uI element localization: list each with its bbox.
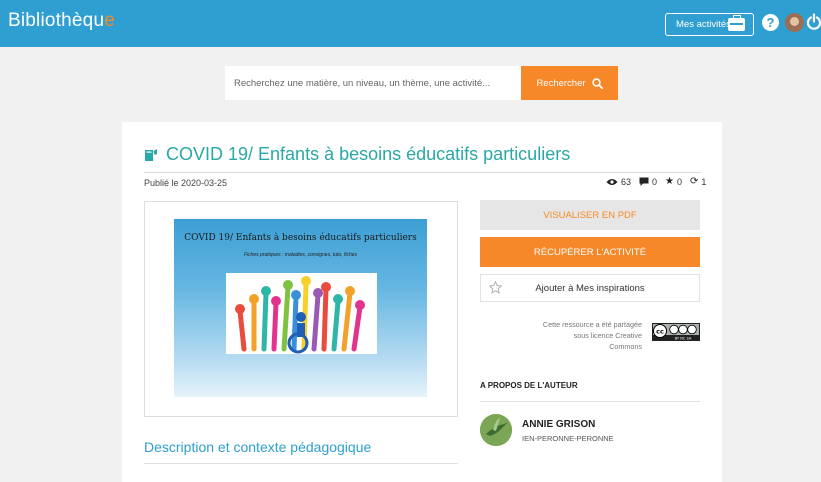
hummingbird-image [480, 414, 512, 446]
get-activity-button[interactable]: RÉCUPÉRER L'ACTIVITÉ [480, 237, 700, 267]
favorites-stat: ★ 0 [665, 176, 682, 187]
brand-logo[interactable]: Bibliothèque [8, 10, 115, 32]
search-button-label: Rechercher [536, 77, 586, 89]
my-activities-label: Mes activités [676, 19, 731, 30]
views-stat: 63 [606, 177, 631, 187]
brand-text: Bibliothèqu [8, 10, 105, 31]
about-author-heading: A PROPOS DE L'AUTEUR [480, 381, 578, 390]
hands-illustration [226, 273, 377, 354]
preview-title: COVID 19/ Enfants à besoins éducatifs pa… [184, 233, 417, 243]
views-count: 63 [621, 176, 632, 187]
svg-text:cc: cc [656, 328, 664, 336]
search-button[interactable]: Rechercher [521, 66, 618, 100]
power-icon[interactable] [806, 13, 821, 31]
comments-count: 0 [652, 176, 658, 187]
my-activities-button[interactable]: Mes activités [665, 13, 754, 36]
shares-stat: ⟳ 1 [690, 176, 706, 187]
shares-count: 1 [701, 176, 707, 187]
top-navbar: Bibliothèque Mes activités ? [0, 0, 821, 47]
search-input[interactable] [225, 66, 521, 100]
creative-commons-badge[interactable]: cc BY NC SA [652, 323, 700, 341]
divider [144, 172, 701, 173]
resource-stats: 63 0 ★ 0 ⟳ 1 [602, 176, 706, 187]
divider [144, 463, 458, 464]
help-icon[interactable]: ? [762, 14, 779, 31]
cc-badge-label: BY NC SA [675, 337, 692, 341]
search-icon [591, 77, 603, 89]
author-avatar[interactable] [480, 414, 512, 446]
hands-image [235, 276, 365, 354]
publish-date: Publié le 2020-03-25 [144, 178, 228, 188]
preview-subtitle: Fiches pratiques : maladies, consignes, … [243, 252, 358, 258]
briefcase-icon [728, 15, 745, 31]
comment-icon [639, 177, 649, 186]
description-heading: Description et contexte pédagogique [144, 439, 372, 455]
add-inspiration-button[interactable]: Ajouter à Mes inspirations [480, 274, 700, 302]
add-inspiration-label: Ajouter à Mes inspirations [535, 282, 645, 294]
brand-accent: e [104, 10, 115, 31]
refresh-icon: ⟳ [690, 176, 699, 187]
resource-preview[interactable]: COVID 19/ Enfants à besoins éducatifs pa… [174, 219, 427, 397]
view-pdf-button[interactable]: VISUALISER EN PDF [480, 200, 700, 230]
page-title: COVID 19/ Enfants à besoins éducatifs pa… [166, 144, 571, 164]
star-icon: ★ [665, 176, 674, 187]
user-avatar[interactable] [785, 13, 804, 32]
author-organization: IEN-PERONNE-PERONNE [522, 434, 614, 443]
comments-stat: 0 [639, 177, 657, 187]
cc-by-nc-sa-icon: cc BY NC SA [652, 323, 700, 341]
license-text: Cette ressource a été partagée sous lice… [542, 320, 642, 351]
star-outline-icon [489, 281, 502, 294]
eye-icon [606, 178, 618, 185]
author-name[interactable]: ANNIE GRISON [522, 419, 595, 430]
book-icon [145, 149, 157, 161]
divider [480, 401, 700, 402]
favorites-count: 0 [677, 176, 683, 187]
